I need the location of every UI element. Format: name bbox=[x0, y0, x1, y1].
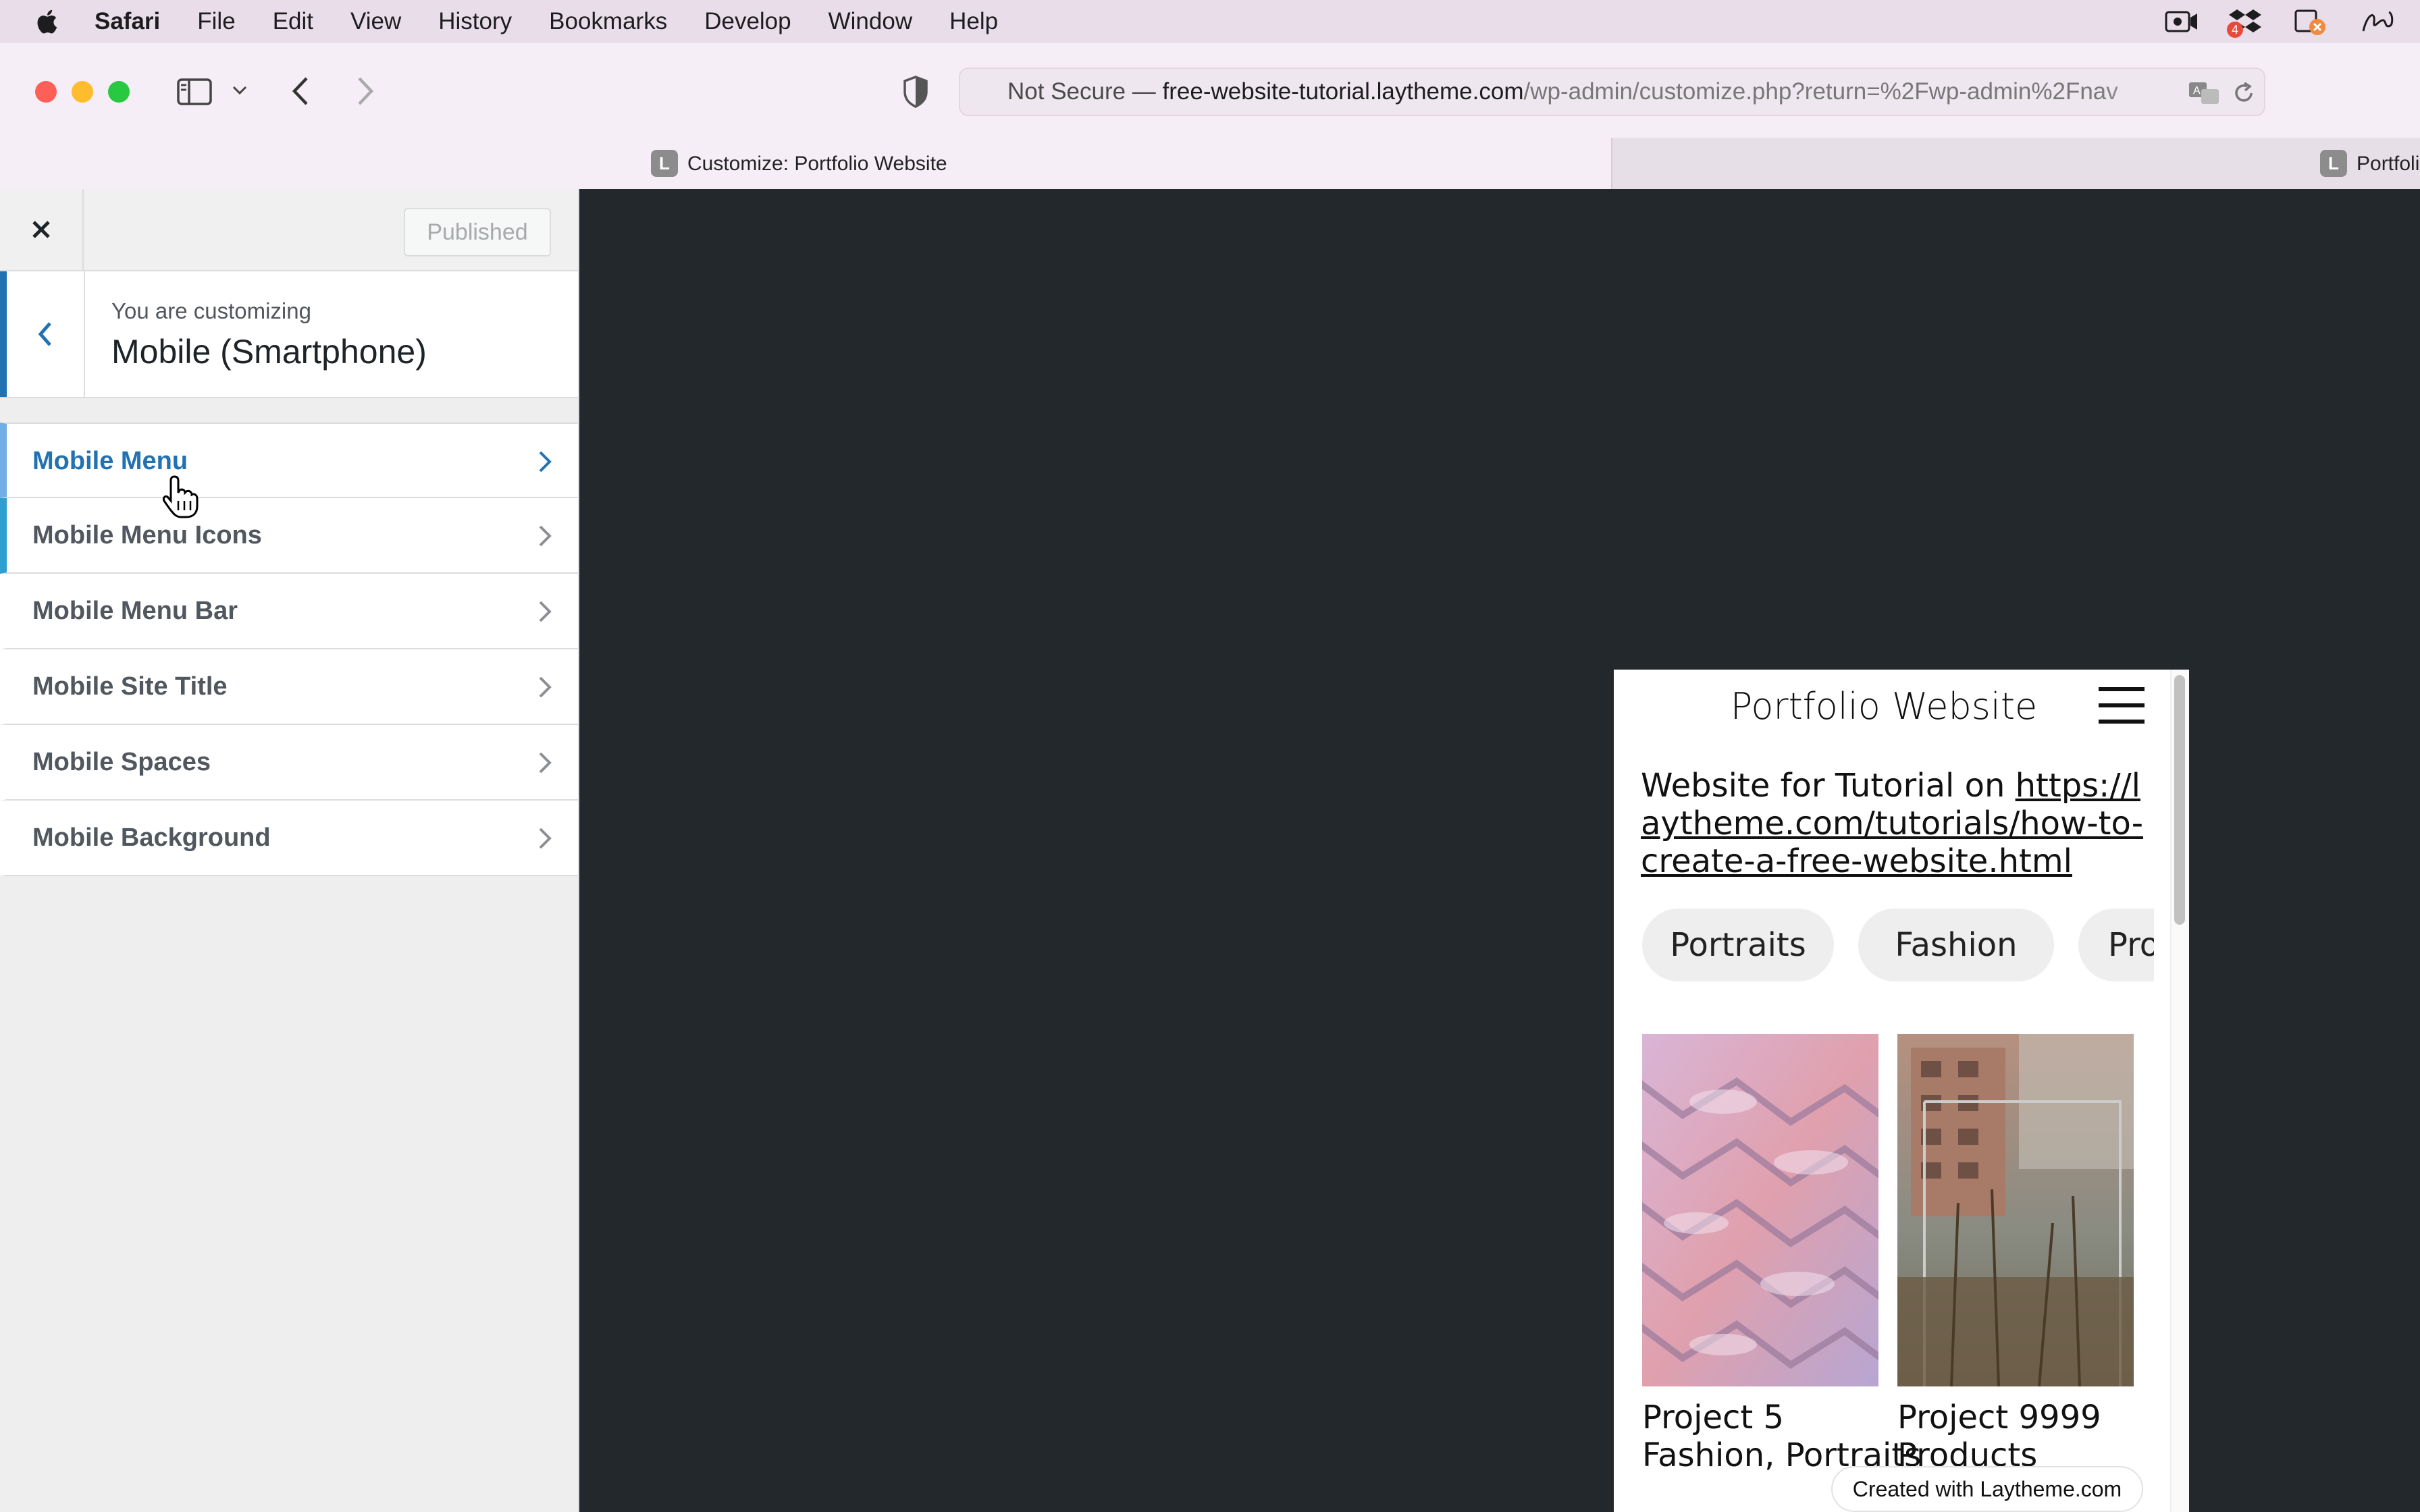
menu-history[interactable]: History bbox=[438, 0, 512, 43]
section-name: Mobile (Smartphone) bbox=[111, 333, 427, 371]
tab-favicon: L bbox=[2320, 150, 2347, 177]
privacy-shield-icon[interactable] bbox=[902, 76, 929, 108]
menu-file[interactable]: File bbox=[197, 0, 235, 43]
panel-list: Mobile Menu Mobile Menu Icons Mobile Men… bbox=[0, 423, 578, 876]
tab-portfolio[interactable]: L Portfolio bbox=[1611, 138, 2420, 189]
address-bar[interactable]: Not Secure — free-website-tutorial.layth… bbox=[959, 68, 2265, 116]
published-button[interactable]: Published bbox=[404, 208, 551, 256]
dropbox-badge: 4 bbox=[2227, 22, 2243, 38]
panel-label: Mobile Background bbox=[32, 824, 271, 852]
dropbox-icon[interactable]: 4 bbox=[2227, 7, 2263, 38]
chevron-right-icon bbox=[539, 525, 552, 547]
reload-icon[interactable] bbox=[2232, 81, 2255, 105]
chevron-down-icon[interactable] bbox=[232, 85, 247, 96]
filter-fashion[interactable]: Fashion bbox=[1858, 909, 2054, 981]
menu-window[interactable]: Window bbox=[828, 0, 912, 43]
chevron-right-icon bbox=[539, 451, 552, 473]
project-9999-thumbnail[interactable] bbox=[1897, 1034, 2134, 1386]
preview-scroll-thumb[interactable] bbox=[2174, 675, 2185, 925]
svg-text:A: A bbox=[2193, 85, 2201, 97]
panel-mobile-site-title[interactable]: Mobile Site Title bbox=[0, 649, 578, 725]
tab-title: Customize: Portfolio Website bbox=[687, 153, 947, 175]
forward-arrow-icon[interactable] bbox=[355, 76, 375, 107]
window-zoom-button[interactable] bbox=[108, 81, 130, 103]
mobile-preview-frame[interactable]: Portfolio Website Website for Tutorial o… bbox=[1614, 670, 2189, 1512]
panel-mobile-background[interactable]: Mobile Background bbox=[0, 801, 578, 876]
project-9999-caption[interactable]: Project 9999 Products bbox=[1897, 1399, 2101, 1474]
apple-logo-icon[interactable] bbox=[32, 5, 63, 38]
hand-cursor-icon bbox=[162, 475, 199, 518]
back-arrow-icon[interactable] bbox=[290, 76, 311, 107]
chevron-left-icon bbox=[38, 322, 51, 346]
window-minimize-button[interactable] bbox=[72, 81, 93, 103]
macos-menu-bar: Safari File Edit View History Bookmarks … bbox=[0, 0, 2420, 43]
vpn-disconnected-icon[interactable] bbox=[2292, 7, 2328, 36]
hamburger-menu-icon[interactable] bbox=[2099, 687, 2146, 725]
project-5-caption[interactable]: Project 5 Fashion, Portraits bbox=[1642, 1399, 1921, 1474]
menu-edit[interactable]: Edit bbox=[273, 0, 313, 43]
site-title[interactable]: Portfolio Website bbox=[1614, 670, 2154, 744]
customizer-header: Published bbox=[0, 189, 578, 271]
site-description: Website for Tutorial on https://laytheme… bbox=[1641, 767, 2154, 880]
project-title: Project 9999 bbox=[1897, 1399, 2101, 1436]
section-title: You are customizing Mobile (Smartphone) bbox=[0, 271, 578, 398]
signature-icon[interactable] bbox=[2359, 7, 2396, 36]
site-preview: Portfolio Website Website for Tutorial o… bbox=[579, 189, 2420, 1512]
project-5-thumbnail[interactable] bbox=[1642, 1034, 1878, 1386]
menu-view[interactable]: View bbox=[350, 0, 401, 43]
panel-label: Mobile Menu Icons bbox=[32, 521, 262, 549]
url-host: free-website-tutorial.laytheme.com bbox=[1162, 78, 1524, 105]
not-secure-label: Not Secure — bbox=[1007, 78, 1163, 105]
panel-mobile-menu-icons[interactable]: Mobile Menu Icons bbox=[0, 498, 578, 574]
project-title: Project 5 bbox=[1642, 1399, 1785, 1436]
menu-bookmarks[interactable]: Bookmarks bbox=[549, 0, 667, 43]
panel-label: Mobile Menu Bar bbox=[32, 597, 238, 625]
laytheme-badge[interactable]: Created with Laytheme.com bbox=[1831, 1466, 2143, 1512]
tab-favicon: L bbox=[651, 150, 678, 177]
sidebar-toggle-icon[interactable] bbox=[177, 78, 212, 105]
chevron-right-icon bbox=[539, 828, 552, 849]
chevron-right-icon bbox=[539, 676, 552, 698]
panel-mobile-menu-bar[interactable]: Mobile Menu Bar bbox=[0, 574, 578, 649]
customizing-label: You are customizing bbox=[111, 298, 311, 323]
window-close-button[interactable] bbox=[35, 81, 57, 103]
screen-record-icon[interactable] bbox=[2163, 7, 2200, 36]
menu-safari[interactable]: Safari bbox=[95, 0, 160, 43]
translate-icon[interactable]: A bbox=[2188, 81, 2221, 105]
url-path: /wp-admin/customize.php?return=%2Fwp-adm… bbox=[1523, 78, 2118, 105]
filter-portraits[interactable]: Portraits bbox=[1642, 909, 1834, 981]
panel-mobile-spaces[interactable]: Mobile Spaces bbox=[0, 725, 578, 801]
chevron-right-icon bbox=[539, 752, 552, 774]
menu-develop[interactable]: Develop bbox=[704, 0, 791, 43]
close-icon bbox=[32, 221, 50, 238]
panel-mobile-menu[interactable]: Mobile Menu bbox=[0, 423, 578, 498]
menu-help[interactable]: Help bbox=[949, 0, 998, 43]
customizer-sidebar: Published You are customizing Mobile (Sm… bbox=[0, 189, 579, 1512]
tab-title: Portfolio bbox=[2357, 153, 2420, 175]
chevron-right-icon bbox=[539, 601, 552, 622]
description-text: Website for Tutorial on bbox=[1641, 767, 2016, 805]
close-customizer-button[interactable] bbox=[0, 189, 84, 270]
tab-customize[interactable]: L Customize: Portfolio Website bbox=[0, 138, 1611, 189]
panel-label: Mobile Spaces bbox=[32, 748, 211, 776]
panel-label: Mobile Site Title bbox=[32, 672, 228, 701]
back-button[interactable] bbox=[0, 271, 85, 397]
